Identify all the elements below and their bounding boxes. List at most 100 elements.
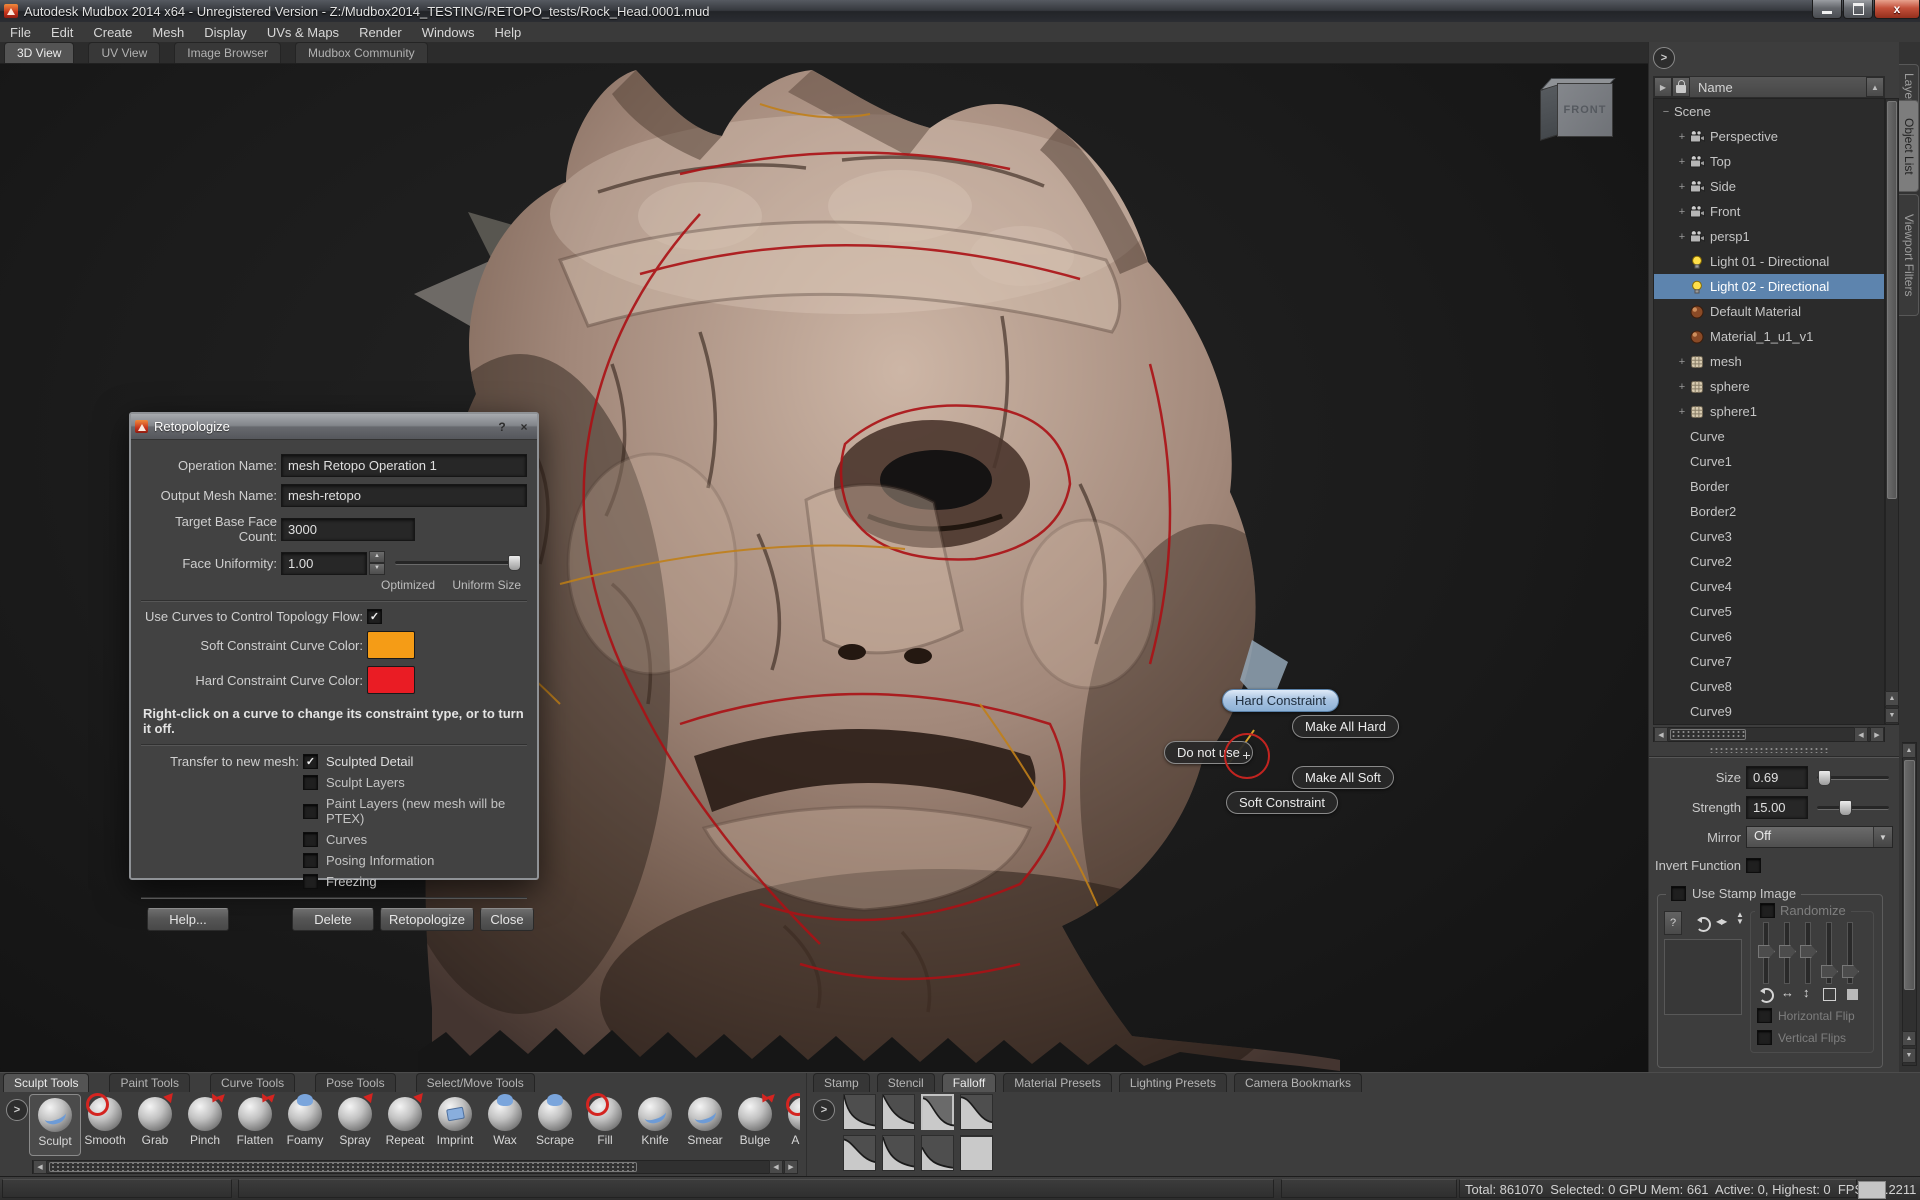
soft-constraint-color-swatch[interactable] — [367, 631, 415, 659]
strength-slider-knob[interactable] — [1839, 800, 1852, 816]
randomize-slider-knob[interactable] — [1821, 965, 1838, 978]
tree-item-border[interactable]: Border — [1654, 474, 1884, 499]
tab-stencil[interactable]: Stencil — [877, 1073, 935, 1092]
expand-plus-icon[interactable]: + — [1676, 381, 1688, 393]
tool-grab[interactable]: Grab — [129, 1094, 181, 1156]
falloff-expand-button[interactable]: > — [813, 1099, 835, 1121]
tab-material-presets[interactable]: Material Presets — [1003, 1073, 1112, 1092]
tab-camera-bookmarks[interactable]: Camera Bookmarks — [1234, 1073, 1362, 1092]
tree-horizontal-scrollbar[interactable]: ◀ ◀ ▶ — [1653, 727, 1885, 742]
face-uniformity-spinner[interactable]: ▲ ▼ — [369, 551, 385, 575]
menu-windows[interactable]: Windows — [412, 23, 485, 42]
tab-image-browser[interactable]: Image Browser — [174, 42, 281, 63]
random-color-swatch[interactable] — [1847, 989, 1858, 1000]
falloff-preset-flat[interactable] — [960, 1135, 993, 1171]
vertical-flip-checkbox[interactable] — [1757, 1030, 1772, 1045]
title-bar[interactable]: Autodesk Mudbox 2014 x64 - Unregistered … — [0, 0, 1920, 23]
expand-plus-icon[interactable]: + — [1676, 231, 1688, 243]
output-mesh-name-input[interactable]: mesh-retopo — [281, 484, 527, 507]
lock-button[interactable] — [1672, 77, 1690, 97]
tool-smear[interactable]: Smear — [679, 1094, 731, 1156]
tool-fill[interactable]: Fill — [579, 1094, 631, 1156]
randomize-slider[interactable] — [1847, 922, 1853, 984]
strength-input[interactable]: 15.00 — [1746, 796, 1808, 819]
randomize-slider[interactable] — [1805, 922, 1811, 984]
tree-vertical-scrollbar[interactable]: ▲ ▼ — [1885, 98, 1899, 725]
face-uniformity-slider-knob[interactable] — [508, 555, 521, 571]
stamp-rotate-icon[interactable] — [1696, 917, 1711, 932]
menu-create[interactable]: Create — [83, 23, 142, 42]
use-stamp-image-checkbox[interactable] — [1671, 886, 1686, 901]
dialog-close-button[interactable]: × — [515, 418, 533, 435]
spinner-down-icon[interactable]: ▼ — [369, 563, 385, 575]
delete-button[interactable]: Delete — [292, 908, 374, 931]
dialog-title-bar[interactable]: Retopologize ? × — [131, 414, 537, 440]
expand-plus-icon[interactable]: + — [1676, 156, 1688, 168]
expand-plus-icon[interactable]: + — [1676, 131, 1688, 143]
tree-scroll-right-button[interactable]: ▶ — [1870, 727, 1884, 742]
menu-display[interactable]: Display — [194, 23, 257, 42]
side-tab-viewport-filters[interactable]: Viewport Filters — [1899, 194, 1919, 316]
tree-vscroll-thumb[interactable] — [1887, 101, 1897, 499]
stamp-flip-vertical-icon[interactable]: ▲▼ — [1736, 911, 1744, 925]
size-slider[interactable] — [1817, 776, 1889, 780]
falloff-preset-smooths[interactable] — [960, 1094, 993, 1130]
marking-menu-hard-constraint[interactable]: Hard Constraint — [1222, 689, 1339, 712]
tree-item-curve6[interactable]: Curve6 — [1654, 624, 1884, 649]
tree-scroll-up-button[interactable]: ▲ — [1866, 77, 1884, 97]
name-column-header[interactable]: Name — [1690, 80, 1866, 95]
tree-item-perspective[interactable]: +Perspective — [1654, 124, 1884, 149]
dialog-help-button[interactable]: ? — [493, 418, 511, 435]
tree-item-curve5[interactable]: Curve5 — [1654, 599, 1884, 624]
marking-menu-make-all-soft[interactable]: Make All Soft — [1292, 766, 1394, 789]
tree-item-material-1-u1-v1[interactable]: Material_1_u1_v1 — [1654, 324, 1884, 349]
tab-uv-view[interactable]: UV View — [88, 42, 160, 63]
randomize-slider-knob[interactable] — [1779, 945, 1796, 958]
tree-item-curve1[interactable]: Curve1 — [1654, 449, 1884, 474]
tree-item-sphere1[interactable]: +sphere1 — [1654, 399, 1884, 424]
tree-item-side[interactable]: +Side — [1654, 174, 1884, 199]
face-uniformity-input[interactable]: 1.00 — [281, 552, 367, 575]
props-scroll-up-button[interactable]: ▲ — [1902, 743, 1916, 758]
randomize-checkbox[interactable] — [1760, 903, 1775, 918]
close-button[interactable]: Close — [480, 908, 534, 931]
transfer-checkbox-sculpt-layers[interactable] — [303, 775, 318, 790]
randomize-slider-knob[interactable] — [1842, 965, 1859, 978]
collapse-minus-icon[interactable]: − — [1660, 106, 1672, 118]
tree-item-persp1[interactable]: +persp1 — [1654, 224, 1884, 249]
spinner-up-icon[interactable]: ▲ — [369, 551, 385, 563]
tray-scroll-right-button[interactable]: ▶ — [784, 1160, 798, 1174]
random-height-icon[interactable]: ↕ — [1803, 986, 1810, 999]
expand-plus-icon[interactable]: + — [1676, 206, 1688, 218]
close-button[interactable]: x — [1874, 0, 1920, 19]
tree-scroll-left-button[interactable]: ◀ — [1654, 727, 1668, 742]
marking-menu-make-all-hard[interactable]: Make All Hard — [1292, 715, 1399, 738]
expand-plus-icon[interactable]: + — [1676, 406, 1688, 418]
tree-item-curve9[interactable]: Curve9 — [1654, 699, 1884, 724]
transfer-checkbox-sculpted-detail[interactable]: ✓ — [303, 754, 318, 769]
tool-flatten[interactable]: Flatten — [229, 1094, 281, 1156]
randomize-slider[interactable] — [1763, 922, 1769, 984]
tool-pinch[interactable]: Pinch — [179, 1094, 231, 1156]
menu-help[interactable]: Help — [484, 23, 531, 42]
marking-menu-soft-constraint[interactable]: Soft Constraint — [1226, 791, 1338, 814]
menu-render[interactable]: Render — [349, 23, 412, 42]
menu-file[interactable]: File — [0, 23, 41, 42]
tab-sculpt-tools[interactable]: Sculpt Tools — [3, 1073, 89, 1092]
view-cube-front-face[interactable]: FRONT — [1557, 83, 1613, 137]
tool-repeat[interactable]: Repeat — [379, 1094, 431, 1156]
menu-uvs-maps[interactable]: UVs & Maps — [257, 23, 349, 42]
operation-name-input[interactable]: mesh Retopo Operation 1 — [281, 454, 527, 477]
tree-item-light-02-directional[interactable]: Light 02 - Directional — [1654, 274, 1884, 299]
menu-mesh[interactable]: Mesh — [142, 23, 194, 42]
tool-imprint[interactable]: Imprint — [429, 1094, 481, 1156]
hard-constraint-color-swatch[interactable] — [367, 666, 415, 694]
props-scroll-thumb[interactable] — [1904, 760, 1915, 990]
falloff-preset-steep[interactable] — [843, 1094, 876, 1130]
falloff-preset-concave[interactable] — [882, 1094, 915, 1130]
tab-pose-tools[interactable]: Pose Tools — [315, 1073, 395, 1092]
tree-item-curve7[interactable]: Curve7 — [1654, 649, 1884, 674]
tool-ampl[interactable]: Ampl — [779, 1094, 800, 1156]
tool-wax[interactable]: Wax — [479, 1094, 531, 1156]
tool-smooth[interactable]: Smooth — [79, 1094, 131, 1156]
